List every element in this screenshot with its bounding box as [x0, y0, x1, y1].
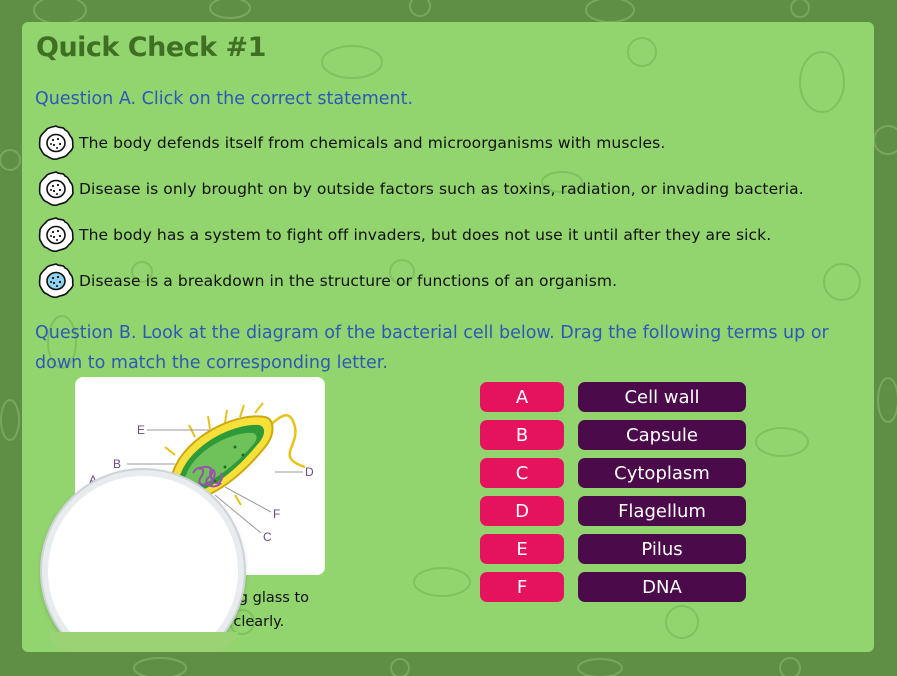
answer-option-2[interactable]: Disease is only brought on by outside fa…: [36, 169, 804, 209]
diagram-label-e: E: [137, 423, 145, 437]
diagram-label-f: F: [273, 507, 280, 521]
letter-a: A: [480, 382, 564, 412]
letter-e: E: [480, 534, 564, 564]
question-b-prompt: Question B. Look at the diagram of the b…: [35, 323, 829, 373]
quiz-panel: Quick Check #1 Question A. Click on the …: [22, 22, 874, 652]
term-dna[interactable]: DNA: [578, 572, 746, 602]
answer-option-text: Disease is a breakdown in the structure …: [79, 272, 618, 290]
question-a-prompt: Question A. Click on the correct stateme…: [35, 89, 414, 109]
answer-option-text: Disease is only brought on by outside fa…: [79, 180, 804, 198]
diagram-label-d: D: [305, 465, 314, 479]
germ-icon-selected: [38, 263, 74, 299]
answer-option-1[interactable]: The body defends itself from chemicals a…: [36, 123, 665, 163]
answer-option-3[interactable]: The body has a system to fight off invad…: [36, 215, 771, 255]
letter-d: D: [480, 496, 564, 526]
diagram-label-b: B: [113, 457, 121, 471]
letter-f: F: [480, 572, 564, 602]
germ-icon: [38, 125, 74, 161]
answer-option-4[interactable]: Disease is a breakdown in the structure …: [36, 261, 617, 301]
germ-icon: [38, 217, 74, 253]
letter-b: B: [480, 420, 564, 450]
page-title: Quick Check #1: [36, 32, 266, 63]
diagram-label-c: C: [263, 530, 272, 544]
answer-option-text: The body defends itself from chemicals a…: [79, 134, 666, 152]
term-flagellum[interactable]: Flagellum: [578, 496, 746, 526]
magnifier-lens-tint: [48, 632, 238, 652]
letter-c: C: [480, 458, 564, 488]
germ-icon: [38, 171, 74, 207]
term-cell-wall[interactable]: Cell wall: [578, 382, 746, 412]
term-pilus[interactable]: Pilus: [578, 534, 746, 564]
term-capsule[interactable]: Capsule: [578, 420, 746, 450]
answer-option-text: The body has a system to fight off invad…: [79, 226, 772, 244]
term-cytoplasm[interactable]: Cytoplasm: [578, 458, 746, 488]
